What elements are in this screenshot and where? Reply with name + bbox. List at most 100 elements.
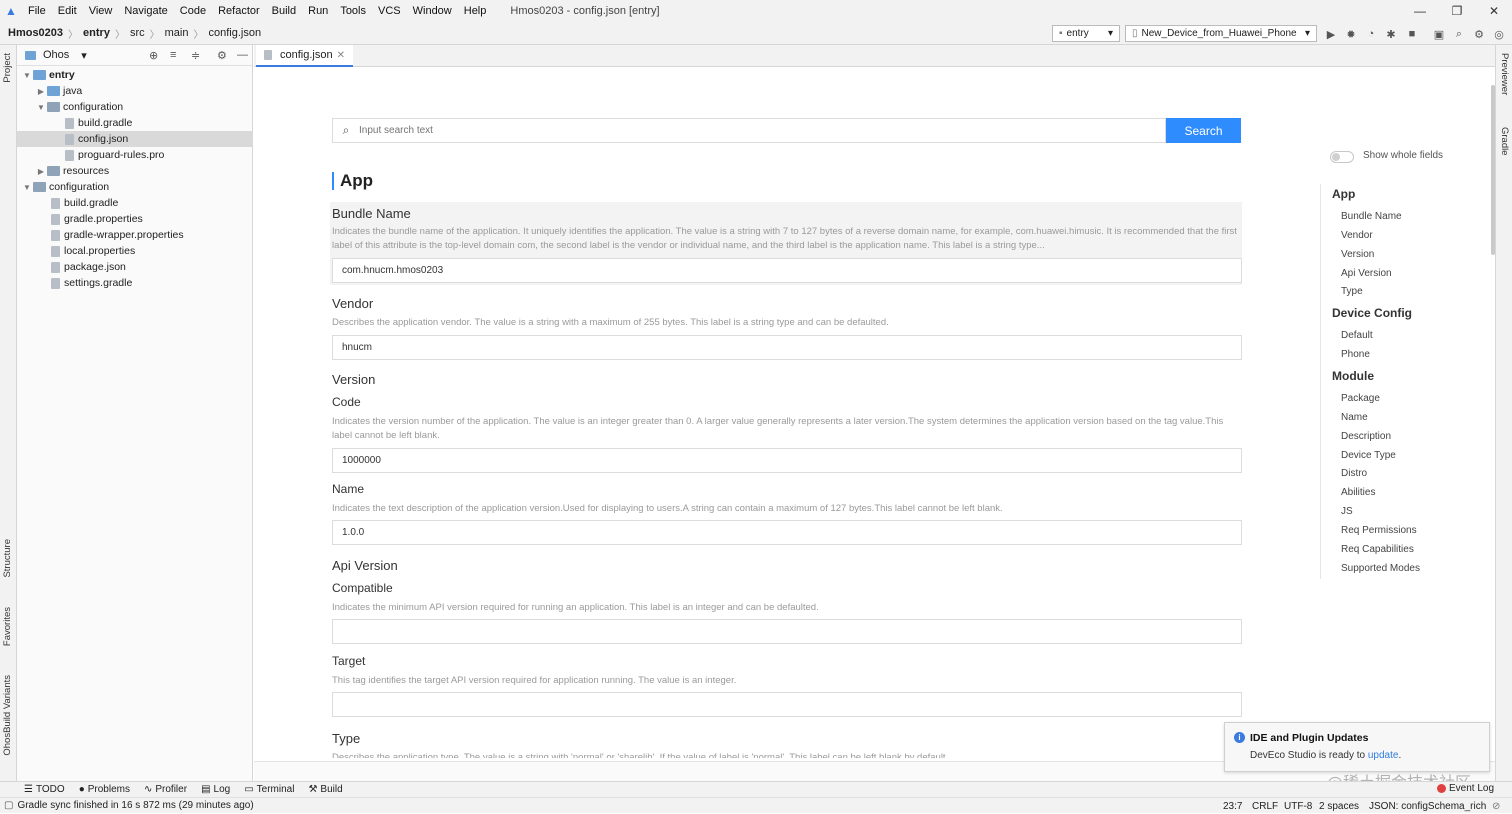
chevron-down-icon[interactable]: ▼: [21, 71, 33, 80]
project-tool-tab[interactable]: Project: [2, 53, 13, 83]
version-name-input[interactable]: [332, 520, 1242, 545]
tree-item-entry[interactable]: ▼ entry: [17, 67, 253, 83]
nav-item-type[interactable]: Type: [1341, 286, 1363, 297]
menu-refactor[interactable]: Refactor: [212, 5, 266, 17]
chevron-down-icon[interactable]: ▾: [81, 49, 87, 62]
tree-item-gradle-wrapper-properties[interactable]: gradle-wrapper.properties: [17, 227, 253, 243]
file-encoding[interactable]: UTF-8: [1284, 798, 1312, 814]
search-button[interactable]: Search: [1166, 118, 1241, 143]
attach-debugger-icon[interactable]: ✱: [1383, 26, 1399, 42]
api-target-input[interactable]: [332, 692, 1242, 717]
panel-settings-icon[interactable]: ⚙: [217, 49, 227, 62]
structure-tool-tab[interactable]: Structure: [2, 539, 13, 578]
module-select[interactable]: ▪ entry ▾: [1052, 25, 1120, 42]
search-input[interactable]: [359, 119, 1165, 142]
minimize-icon[interactable]: —: [1401, 0, 1439, 22]
tree-item-config-json[interactable]: config.json: [17, 131, 253, 147]
nav-item-default[interactable]: Default: [1341, 330, 1373, 341]
menu-window[interactable]: Window: [407, 5, 458, 17]
log-tool-button[interactable]: ▤ Log: [201, 784, 230, 795]
nav-item-js[interactable]: JS: [1341, 506, 1353, 517]
cursor-position[interactable]: 23:7: [1223, 798, 1242, 814]
folder-structure-icon[interactable]: ▣: [1431, 26, 1447, 42]
nav-item-name[interactable]: Name: [1341, 412, 1368, 423]
bundle-name-input[interactable]: [332, 258, 1242, 283]
tree-item-resources[interactable]: ▶ resources: [17, 163, 253, 179]
ohosbuild-variants-tool-tab[interactable]: OhosBuild Variants: [2, 675, 13, 756]
collapse-all-icon[interactable]: ≑: [191, 49, 200, 62]
nav-item-vendor[interactable]: Vendor: [1341, 230, 1373, 241]
chevron-down-icon[interactable]: ▼: [21, 183, 33, 192]
tree-item-configuration-root[interactable]: ▼ configuration: [17, 179, 253, 195]
tree-item-settings-gradle[interactable]: settings.gradle: [17, 275, 253, 291]
settings-gear-icon[interactable]: ⚙: [1471, 26, 1487, 42]
vendor-input[interactable]: [332, 335, 1242, 360]
menu-code[interactable]: Code: [174, 5, 212, 17]
tree-item-configuration[interactable]: ▼ configuration: [17, 99, 253, 115]
update-notification[interactable]: i IDE and Plugin Updates DevEco Studio i…: [1224, 722, 1490, 772]
nav-section-module[interactable]: Module: [1332, 369, 1374, 383]
menu-build[interactable]: Build: [266, 5, 302, 17]
favorites-tool-tab[interactable]: Favorites: [2, 607, 13, 646]
breadcrumb-project[interactable]: Hmos0203: [8, 27, 63, 39]
previewer-tool-tab[interactable]: Previewer: [1499, 53, 1510, 95]
indent-setting[interactable]: 2 spaces: [1319, 798, 1359, 814]
tree-item-proguard-rules[interactable]: proguard-rules.pro: [17, 147, 253, 163]
account-icon[interactable]: ◎: [1491, 26, 1507, 42]
profiler-tool-button[interactable]: ∿ Profiler: [144, 784, 187, 795]
terminal-tool-button[interactable]: ▭ Terminal: [244, 784, 294, 795]
tree-item-java[interactable]: ▶ java: [17, 83, 253, 99]
chevron-down-icon[interactable]: ▼: [35, 103, 47, 112]
nav-item-version[interactable]: Version: [1341, 249, 1374, 260]
search-everywhere-icon[interactable]: ⌕: [1451, 26, 1467, 42]
nav-item-package[interactable]: Package: [1341, 393, 1380, 404]
todo-tool-button[interactable]: ☰ TODO: [24, 784, 65, 795]
tree-item-build-gradle[interactable]: build.gradle: [17, 115, 253, 131]
chevron-right-icon[interactable]: ▶: [35, 167, 47, 176]
tree-item-package-json[interactable]: package.json: [17, 259, 253, 275]
menu-file[interactable]: File: [22, 5, 52, 17]
nav-item-device-type[interactable]: Device Type: [1341, 450, 1396, 461]
menu-run[interactable]: Run: [302, 5, 334, 17]
tree-item-root-build-gradle[interactable]: build.gradle: [17, 195, 253, 211]
profile-icon[interactable]: ◔: [1363, 26, 1379, 42]
problems-tool-button[interactable]: ● Problems: [79, 784, 130, 795]
nav-item-description[interactable]: Description: [1341, 431, 1391, 442]
api-compatible-input[interactable]: [332, 619, 1242, 644]
breadcrumb-file[interactable]: config.json: [208, 27, 261, 39]
breadcrumb-src[interactable]: src: [130, 27, 145, 39]
locate-file-icon[interactable]: ⊕: [149, 49, 158, 62]
lock-icon[interactable]: ⊘: [1492, 798, 1500, 814]
tree-item-gradle-properties[interactable]: gradle.properties: [17, 211, 253, 227]
menu-help[interactable]: Help: [458, 5, 493, 17]
menu-navigate[interactable]: Navigate: [118, 5, 173, 17]
nav-item-api-version[interactable]: Api Version: [1341, 268, 1392, 279]
status-square-icon[interactable]: ▢: [4, 800, 13, 811]
tree-item-local-properties[interactable]: local.properties: [17, 243, 253, 259]
chevron-right-icon[interactable]: ▶: [35, 87, 47, 96]
nav-item-phone[interactable]: Phone: [1341, 349, 1370, 360]
close-tab-icon[interactable]: ✕: [337, 50, 345, 61]
build-tool-button[interactable]: ⚒ Build: [308, 784, 342, 795]
nav-item-distro[interactable]: Distro: [1341, 468, 1367, 479]
nav-section-app[interactable]: App: [1332, 187, 1355, 201]
nav-item-bundle-name[interactable]: Bundle Name: [1341, 211, 1402, 222]
maximize-icon[interactable]: ❐: [1438, 0, 1476, 22]
nav-item-supported-modes[interactable]: Supported Modes: [1341, 563, 1420, 574]
update-link[interactable]: update: [1368, 750, 1399, 761]
gradle-tool-tab[interactable]: Gradle: [1499, 127, 1510, 156]
show-whole-fields-toggle[interactable]: [1330, 151, 1354, 163]
stop-icon[interactable]: ■: [1404, 26, 1420, 42]
breadcrumb-main[interactable]: main: [165, 27, 189, 39]
menu-tools[interactable]: Tools: [334, 5, 372, 17]
event-log-button[interactable]: Event Log: [1437, 783, 1494, 794]
nav-item-req-capabilities[interactable]: Req Capabilities: [1341, 544, 1414, 555]
nav-item-req-permissions[interactable]: Req Permissions: [1341, 525, 1417, 536]
menu-view[interactable]: View: [83, 5, 119, 17]
tab-config-json[interactable]: config.json ✕: [256, 45, 353, 67]
project-view-select[interactable]: Ohos: [43, 49, 69, 61]
menu-vcs[interactable]: VCS: [372, 5, 407, 17]
nav-section-device-config[interactable]: Device Config: [1332, 306, 1412, 320]
device-select[interactable]: ▯ New_Device_from_Huawei_Phone ▾: [1125, 25, 1317, 42]
json-schema[interactable]: JSON: configSchema_rich: [1369, 798, 1486, 814]
